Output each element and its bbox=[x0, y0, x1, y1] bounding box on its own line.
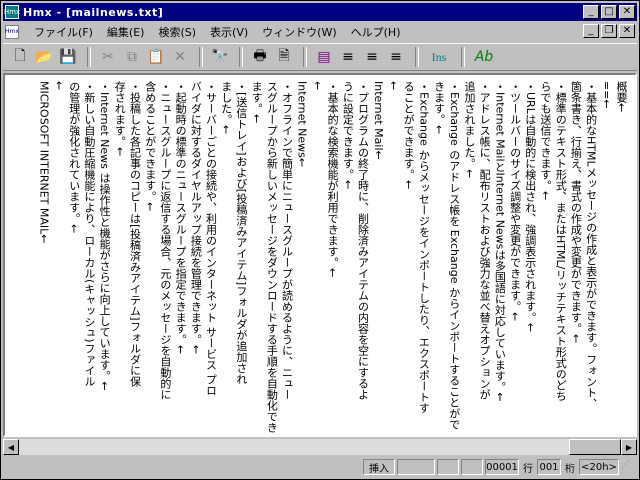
app-window: Hmx Hmx - [mailnews.txt] _ □ ✕ Hmx ファイル(… bbox=[0, 0, 640, 480]
app-icon[interactable]: Hmx bbox=[4, 5, 20, 19]
save-icon[interactable]: 💾 bbox=[57, 46, 79, 68]
status-empty-3 bbox=[461, 459, 483, 475]
document-line[interactable]: ・サーバーごとの接続や、利用のインターネット サービス プロ bbox=[203, 81, 218, 433]
paste-icon[interactable]: 📋 bbox=[145, 46, 167, 68]
document-line[interactable]: ・基本的な検索機能が利用できます。← bbox=[325, 81, 340, 433]
toolbar: 🗋 📂 💾 ✂ ⧉ 📋 ✕ 🔭 🖶 🗎 ▤ ≡ ≡ ≡ Ins Ab bbox=[3, 43, 637, 71]
document-line[interactable]: 存されます。← bbox=[112, 81, 127, 433]
status-col: <20h> bbox=[579, 459, 619, 475]
scroll-left-icon[interactable]: ◀ bbox=[3, 439, 19, 455]
status-row: 001 bbox=[537, 459, 561, 475]
document-line[interactable]: うに設定できます。← bbox=[340, 81, 355, 433]
document-line[interactable]: Internet Mail← bbox=[371, 81, 386, 433]
copy-icon[interactable]: ⧉ bbox=[121, 46, 143, 68]
document-line[interactable]: ← bbox=[310, 81, 325, 433]
document-line[interactable]: らでも送信できます。← bbox=[538, 81, 553, 433]
format-icon[interactable]: ▤ bbox=[313, 46, 335, 68]
close-button[interactable]: ✕ bbox=[619, 5, 635, 19]
document-line[interactable]: Internet News← bbox=[295, 81, 310, 433]
align-center-icon[interactable]: ≡ bbox=[361, 46, 383, 68]
menu-view[interactable]: 表示(V) bbox=[203, 24, 255, 40]
document-line[interactable]: バイダに対するダイヤルアップ接続を管理できます。← bbox=[188, 81, 203, 433]
document-line[interactable]: MICROSOFT INTERNET MAIL← bbox=[36, 81, 51, 433]
document-line[interactable]: ・基本的なHTMLメッセージの作成と表示ができます。フォント、 bbox=[583, 81, 598, 433]
doc-restore-button[interactable]: ❐ bbox=[601, 24, 617, 38]
text-editor[interactable]: 概要← ==← ・基本的なHTMLメッセージの作成と表示ができます。フォント、 箇条書… bbox=[3, 73, 637, 437]
print-icon[interactable]: 🖶 bbox=[249, 46, 271, 68]
document-line[interactable]: 追加されました。← bbox=[462, 81, 477, 433]
document-line[interactable]: ・[送信トレイ]および[投稿済みアイテム]フォルダが追加され bbox=[234, 81, 249, 433]
scroll-thumb[interactable] bbox=[569, 439, 621, 455]
toolbar-separator bbox=[303, 47, 307, 67]
document-line[interactable]: ることができます。← bbox=[401, 81, 416, 433]
document-line[interactable]: ・Exchange からメッセージをインポートしたり、エクスポートす bbox=[416, 81, 431, 433]
document-line[interactable]: ・オフラインで簡単にニュースグループが読めるように、ニュー bbox=[279, 81, 294, 433]
align-left-icon[interactable]: ≡ bbox=[337, 46, 359, 68]
status-page: 00001 bbox=[485, 459, 519, 475]
document-line[interactable]: ・投稿した各記事のコピーは[投稿済みアイテム]フォルダに保 bbox=[127, 81, 142, 433]
document-line[interactable]: スグループから新しいメッセージをダウンロードする手順を自動化できます。← bbox=[249, 81, 279, 433]
toolbar-separator bbox=[415, 47, 419, 67]
status-row-label: 行 bbox=[523, 463, 533, 475]
minimize-button[interactable]: _ bbox=[583, 5, 599, 19]
status-mode: 挿入 bbox=[363, 459, 395, 475]
document-text[interactable]: 概要← ==← ・基本的なHTMLメッセージの作成と表示ができます。フォント、 箇条書… bbox=[36, 81, 629, 433]
status-empty-1 bbox=[397, 459, 435, 475]
document-line[interactable]: 概要← bbox=[614, 81, 629, 433]
font-style-button[interactable]: Ab bbox=[471, 46, 497, 68]
toolbar-separator bbox=[239, 47, 243, 67]
new-file-icon[interactable]: 🗋 bbox=[9, 46, 31, 68]
document-line[interactable]: ・ニュースグループに返信する場合、元のメッセージを自動的に bbox=[158, 81, 173, 433]
toolbar-separator bbox=[87, 47, 91, 67]
menu-edit[interactable]: 編集(E) bbox=[100, 24, 152, 40]
document-line[interactable]: ・標準のテキスト形式、またはHTML/リッチテキスト形式のどち bbox=[553, 81, 568, 433]
document-line[interactable]: ==← bbox=[599, 81, 614, 433]
document-line[interactable]: ・Internet MailとInternet Newsは多国語に対応しています… bbox=[492, 81, 507, 433]
print-preview-icon[interactable]: 🗎 bbox=[273, 46, 295, 68]
document-line[interactable]: 箇条書き、行揃え、書式の作成や変更ができます。← bbox=[568, 81, 583, 433]
document-line[interactable]: ました。← bbox=[219, 81, 234, 433]
title-bar[interactable]: Hmx Hmx - [mailnews.txt] _ □ ✕ bbox=[3, 3, 637, 21]
document-line[interactable]: の管理が強化されています。← bbox=[66, 81, 81, 433]
document-line[interactable]: 含めることができます。← bbox=[143, 81, 158, 433]
document-line[interactable]: ・起動時の標準のニュースグループを指定できます。← bbox=[173, 81, 188, 433]
document-line[interactable]: ・URLは自動的に検出され、強調表示されます。← bbox=[523, 81, 538, 433]
document-line[interactable]: ・Exchange のアドレス帳を Exchange からインポートすることがで… bbox=[431, 81, 461, 433]
align-right-icon[interactable]: ≡ bbox=[385, 46, 407, 68]
menu-file[interactable]: ファイル(F) bbox=[27, 24, 100, 40]
document-line[interactable]: ・アドレス帳に、配布リストおよび強力な並べ替えオプションが bbox=[477, 81, 492, 433]
window-title: Hmx - [mailnews.txt] bbox=[23, 5, 164, 19]
menu-window[interactable]: ウィンドウ(W) bbox=[255, 24, 343, 40]
document-line[interactable]: ・ツールバーのサイズ調整や変更ができます。← bbox=[507, 81, 522, 433]
status-col-label: 桁 bbox=[565, 463, 575, 475]
doc-minimize-button[interactable]: _ bbox=[583, 24, 599, 38]
maximize-button[interactable]: □ bbox=[601, 5, 617, 19]
resize-grip-icon[interactable]: ⋰ bbox=[621, 460, 633, 474]
delete-icon[interactable]: ✕ bbox=[169, 46, 191, 68]
document-icon[interactable]: Hmx bbox=[5, 24, 19, 39]
document-line[interactable]: ← bbox=[386, 81, 401, 433]
menu-bar: Hmx ファイル(F) 編集(E) 検索(S) 表示(V) ウィンドウ(W) ヘ… bbox=[3, 22, 637, 41]
document-line[interactable]: ・プログラムの終了時に、削除済みアイテムの内容を空にするよ bbox=[355, 81, 370, 433]
document-line[interactable]: ・Internet News は操作性と機能がさらに向上しています。← bbox=[97, 81, 112, 433]
insert-mode-button[interactable]: Ins bbox=[425, 46, 453, 68]
scroll-right-icon[interactable]: ▶ bbox=[621, 439, 637, 455]
cut-icon[interactable]: ✂ bbox=[97, 46, 119, 68]
find-binoculars-icon[interactable]: 🔭 bbox=[209, 46, 231, 68]
horizontal-scrollbar[interactable]: ◀ ▶ bbox=[3, 439, 637, 455]
menu-help[interactable]: ヘルプ(H) bbox=[344, 24, 408, 40]
open-folder-icon[interactable]: 📂 bbox=[33, 46, 55, 68]
toolbar-separator bbox=[199, 47, 203, 67]
scroll-track[interactable] bbox=[19, 439, 621, 455]
status-bar: 挿入 00001 行 001 桁 <20h> ⋰ bbox=[3, 457, 637, 477]
menu-search[interactable]: 検索(S) bbox=[151, 24, 203, 40]
doc-close-button[interactable]: ✕ bbox=[619, 24, 635, 38]
document-line[interactable]: ← bbox=[51, 81, 66, 433]
toolbar-separator bbox=[461, 47, 465, 67]
document-line[interactable]: ・新しい自動圧縮機能により、ローカル(キャッシュ)ファイル bbox=[82, 81, 97, 433]
status-empty-2 bbox=[437, 459, 459, 475]
